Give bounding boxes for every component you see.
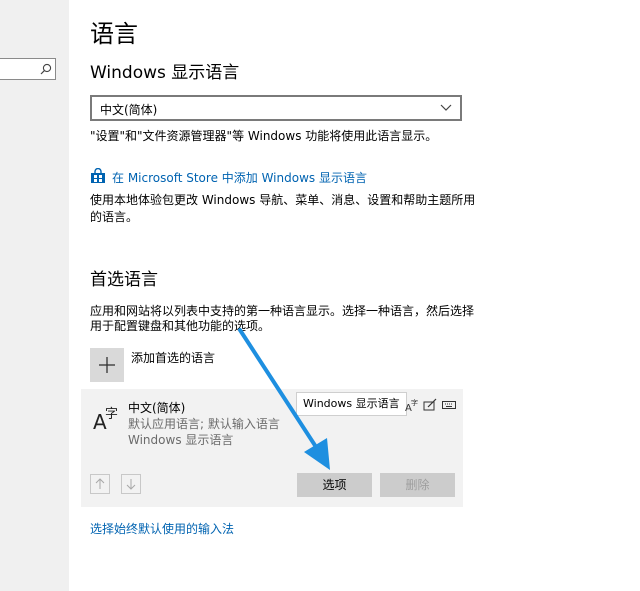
annotation-arrow [238, 328, 330, 470]
